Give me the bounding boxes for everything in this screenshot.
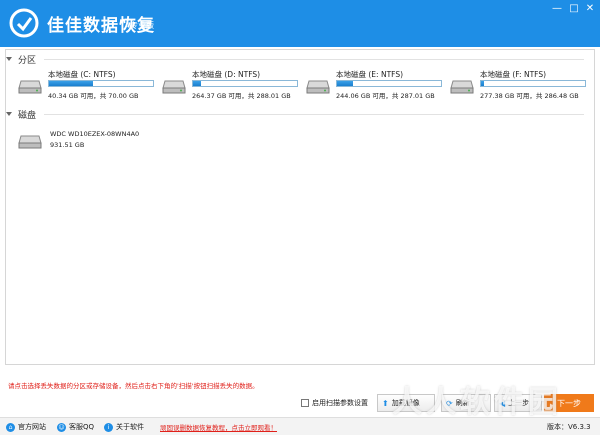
partition-size: 264.37 GB 可用，共 288.01 GB (192, 92, 291, 100)
about-label: 关于软件 (116, 423, 144, 431)
footer-bar: ⌂ 官方网站 ☺ 客服QQ i 关于软件 顽固误删数据恢复教程，点击立即观看！ … (0, 417, 600, 435)
status-hint: 请点击选择丢失数据的分区或存储设备，然后点击右下角的'扫描'按钮扫描丢失的数据。 (8, 382, 259, 390)
close-button[interactable]: ✕ (583, 3, 597, 15)
partition-size: 277.38 GB 可用，共 286.48 GB (480, 92, 579, 100)
support-qq-link[interactable]: ☺ 客服QQ (57, 422, 94, 432)
partition-item-f[interactable]: 本地磁盘 (F: NTFS) 277.38 GB 可用，共 286.48 GB (450, 69, 590, 101)
scan-settings-label: 启用扫描参数设置 (312, 399, 368, 407)
hard-drive-icon (306, 80, 330, 94)
usage-bar-fill (49, 81, 93, 86)
minimize-button[interactable]: — (550, 3, 564, 15)
home-icon: ⌂ (6, 422, 15, 432)
info-icon: i (104, 422, 113, 432)
version-label: 版本：V6.3.3 (547, 423, 591, 431)
section-divider (44, 114, 584, 115)
app-logo-icon (9, 8, 39, 38)
upload-icon: ⬆ (382, 398, 389, 408)
partitions-section-header[interactable]: 分区 (6, 52, 584, 66)
partition-item-e[interactable]: 本地磁盘 (E: NTFS) 244.06 GB 可用，共 287.01 GB (306, 69, 446, 101)
edition-label: 专业版 (130, 21, 154, 30)
promo-link[interactable]: 顽固误删数据恢复教程，点击立即观看！ (160, 422, 277, 432)
usage-bar (48, 80, 154, 87)
scan-settings-checkbox[interactable]: 启用扫描参数设置 (301, 398, 368, 408)
hard-drive-icon (450, 80, 474, 94)
qq-icon: ☺ (57, 422, 66, 432)
hard-disk-icon (18, 135, 42, 149)
disk-name: WDC WD10EZEX-08WN4A0 (50, 130, 140, 138)
usage-bar-fill (337, 81, 353, 86)
usage-bar-fill (481, 81, 485, 86)
checkbox-box[interactable] (301, 399, 309, 407)
partition-size: 40.34 GB 可用，共 70.00 GB (48, 92, 139, 100)
usage-bar (192, 80, 298, 87)
maximize-button[interactable]: □ (567, 3, 581, 15)
partitions-section-label: 分区 (18, 55, 37, 66)
hard-drive-icon (18, 80, 42, 94)
partition-name: 本地磁盘 (E: NTFS) (336, 70, 404, 79)
disks-section-label: 磁盘 (18, 110, 37, 121)
usage-bar (480, 80, 586, 87)
official-site-label: 官方网站 (18, 423, 46, 431)
partition-item-c[interactable]: 本地磁盘 (C: NTFS) 40.34 GB 可用，共 70.00 GB (18, 69, 158, 101)
collapse-triangle-icon[interactable] (6, 57, 12, 61)
partition-item-d[interactable]: 本地磁盘 (D: NTFS) 264.37 GB 可用，共 288.01 GB (162, 69, 302, 101)
disk-size: 931.51 GB (50, 141, 85, 149)
usage-bar (336, 80, 442, 87)
partition-name: 本地磁盘 (F: NTFS) (480, 70, 547, 79)
hard-drive-icon (162, 80, 186, 94)
support-qq-label: 客服QQ (69, 423, 95, 431)
disks-section-header[interactable]: 磁盘 (6, 107, 584, 121)
collapse-triangle-icon[interactable] (6, 112, 12, 116)
section-divider (44, 59, 584, 60)
partition-size: 244.06 GB 可用，共 287.01 GB (336, 92, 435, 100)
official-site-link[interactable]: ⌂ 官方网站 (6, 422, 46, 432)
partition-name: 本地磁盘 (D: NTFS) (192, 70, 261, 79)
disk-item[interactable]: WDC WD10EZEX-08WN4A0 931.51 GB (18, 129, 218, 153)
watermark: 人人软件园 (392, 385, 562, 420)
partition-name: 本地磁盘 (C: NTFS) (48, 70, 116, 79)
usage-bar-fill (193, 81, 202, 86)
title-bar: 佳佳数据恢复 专业版 — □ ✕ (0, 0, 600, 47)
about-link[interactable]: i 关于软件 (104, 422, 144, 432)
